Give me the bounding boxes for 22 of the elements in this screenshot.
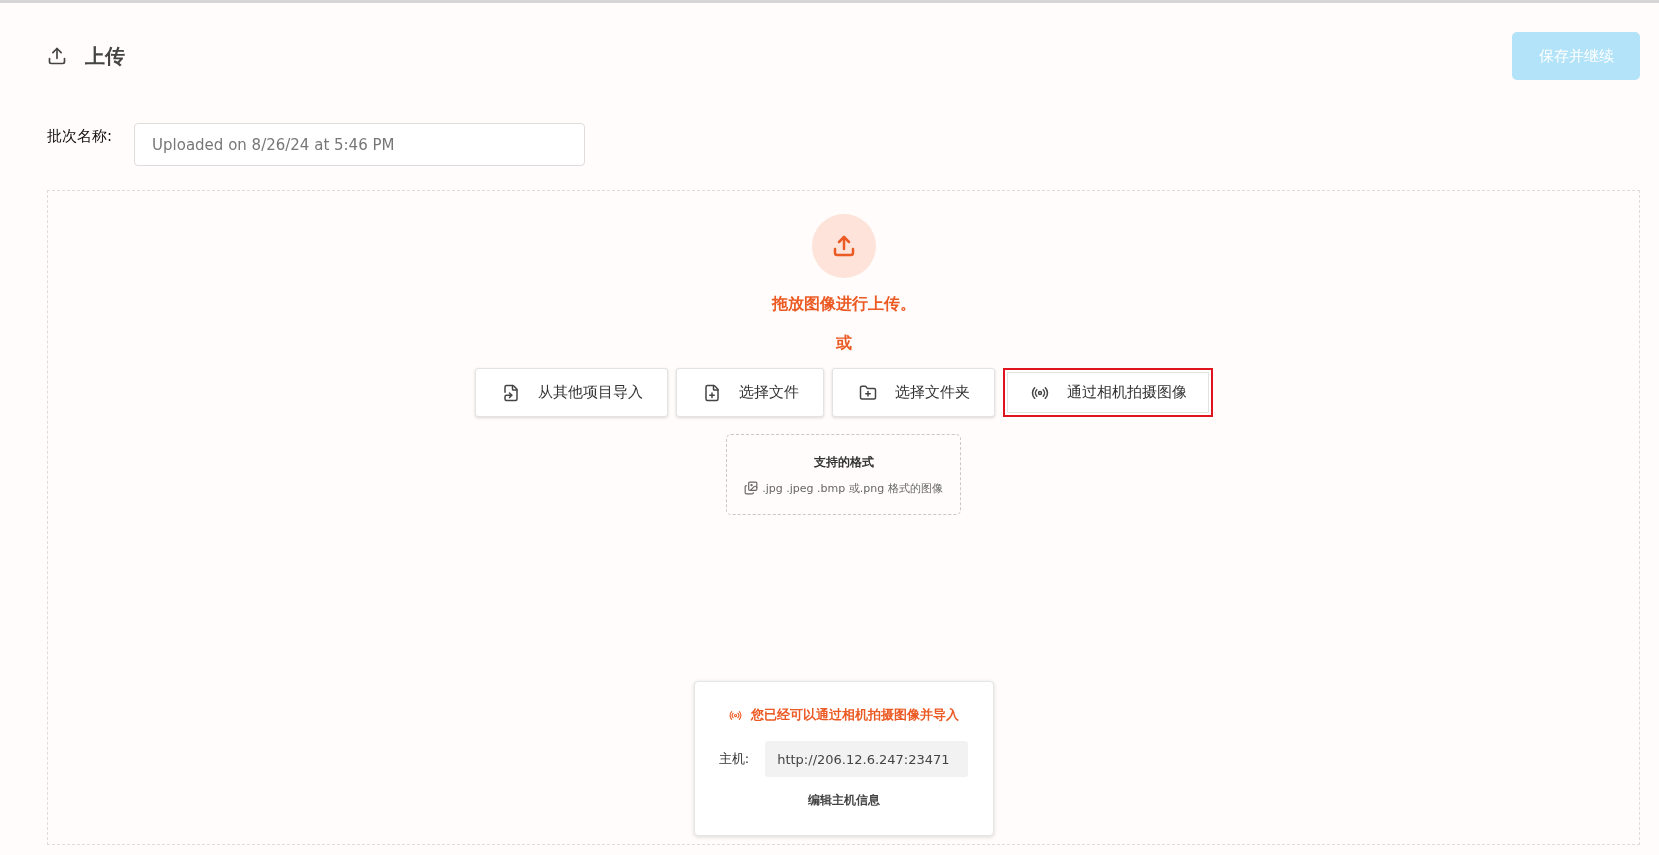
upload-icon xyxy=(47,46,67,66)
upload-option-button[interactable]: 选择文件夹 xyxy=(831,368,995,417)
broadcast-icon xyxy=(728,708,742,722)
camera-message: 您已经可以通过相机拍摄图像并导入 xyxy=(750,706,959,724)
host-field: http://206.12.6.247:23471 xyxy=(765,741,969,777)
drop-prompt: 拖放图像进行上传。 xyxy=(771,294,916,315)
batch-name-field[interactable]: Uploaded on 8/26/24 at 5:46 PM xyxy=(134,123,586,166)
or-text: 或 xyxy=(835,333,852,354)
file-plus-icon xyxy=(702,383,721,402)
host-label: 主机: xyxy=(718,750,750,768)
edit-host-link[interactable]: 编辑主机信息 xyxy=(807,792,880,809)
upload-option-button[interactable]: 通过相机拍摄图像 xyxy=(1002,368,1213,417)
formats-title: 支持的格式 xyxy=(813,453,874,471)
drop-zone[interactable]: 拖放图像进行上传。 或 从其他项目导入 选择文件 选择文件夹 通过相机拍摄图像 支持的格式 .jpg .jpeg .bmp 或.png 格式的图像 您已经可以通过相机拍摄图像并导入 主机: http://206.12.6.247:23471 编辑主机信息 xyxy=(47,190,1640,845)
upload-option-button[interactable]: 从其他项目导入 xyxy=(474,368,668,417)
folder-plus-icon xyxy=(858,383,877,402)
batch-name-label: 批次名称: xyxy=(47,126,113,146)
images-icon xyxy=(744,481,759,495)
file-arrow-icon xyxy=(501,383,520,402)
page-title: 上传 xyxy=(85,42,125,70)
upload-option-button[interactable]: 选择文件 xyxy=(675,368,824,417)
formats-text: .jpg .jpeg .bmp 或.png 格式的图像 xyxy=(762,480,943,496)
